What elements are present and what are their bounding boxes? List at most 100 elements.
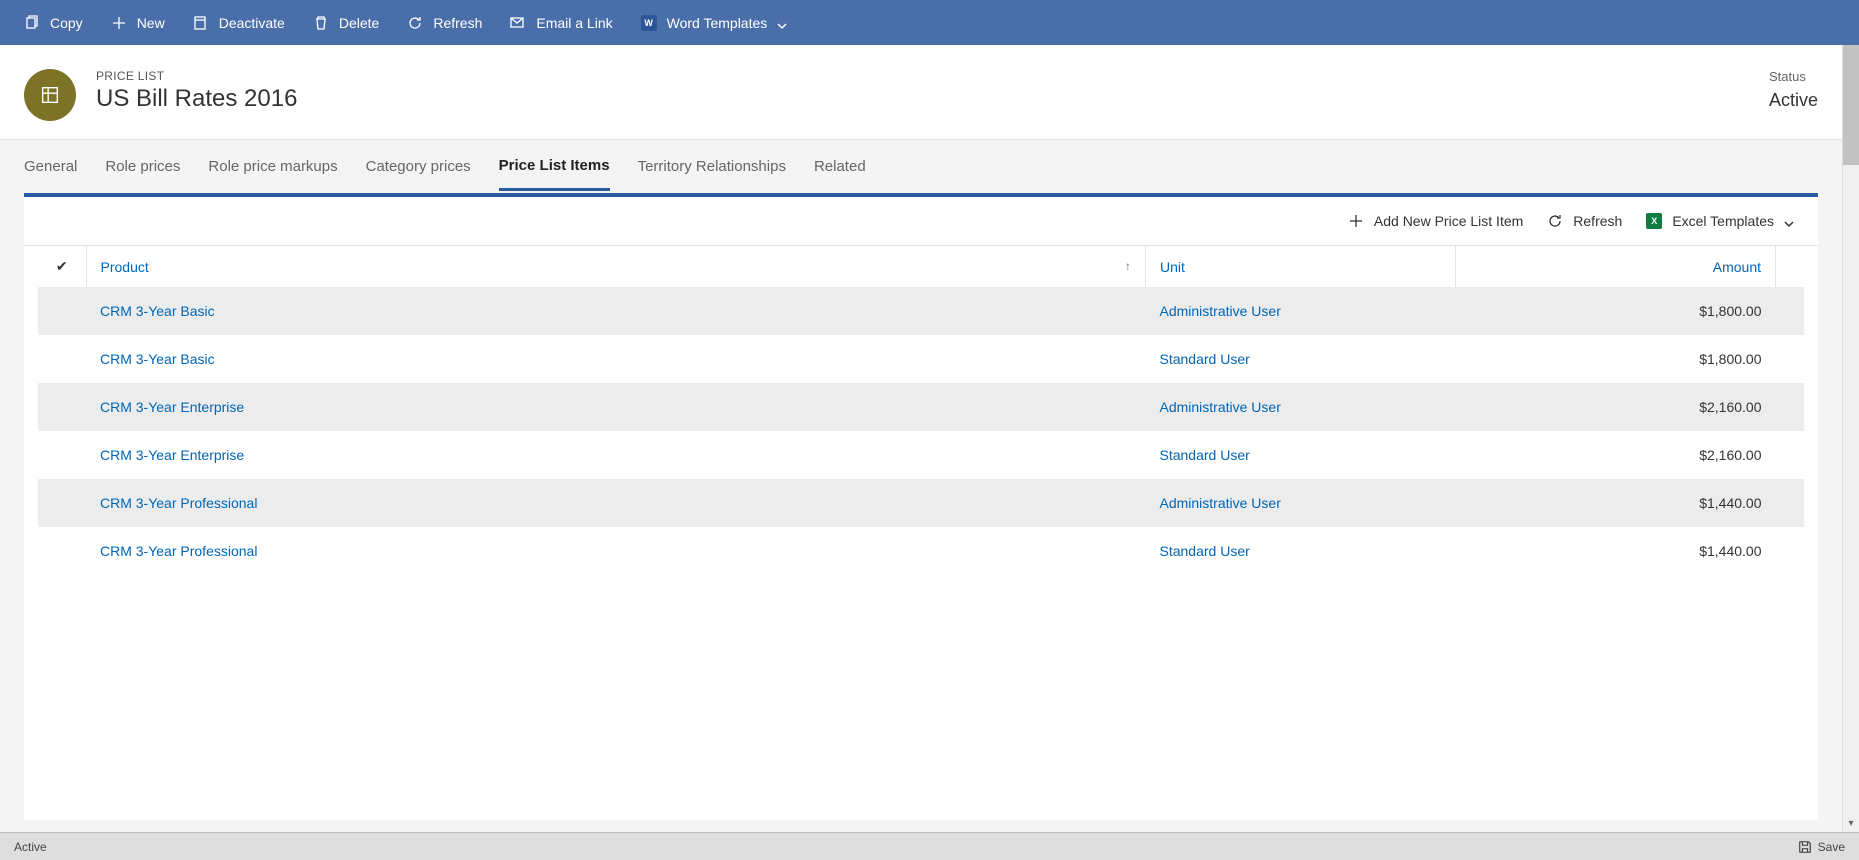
delete-button[interactable]: Delete (301, 9, 391, 37)
deactivate-button[interactable]: Deactivate (181, 9, 297, 37)
delete-label: Delete (339, 15, 379, 31)
entity-icon (24, 69, 76, 121)
email-icon (510, 15, 526, 31)
column-product-label: Product (101, 259, 149, 275)
column-unit[interactable]: Unit (1146, 246, 1456, 287)
cell-amount: $1,800.00 (1456, 287, 1776, 335)
cell-unit[interactable]: Administrative User (1146, 479, 1456, 527)
refresh-button[interactable]: Refresh (395, 9, 494, 37)
column-product[interactable]: Product ↑ (86, 246, 1146, 287)
row-selector[interactable] (38, 479, 86, 527)
tab-price-list-items[interactable]: Price List Items (499, 143, 610, 191)
cell-spacer (1776, 383, 1805, 431)
tab-territory-relationships[interactable]: Territory Relationships (638, 144, 786, 189)
row-selector[interactable] (38, 431, 86, 479)
email-link-button[interactable]: Email a Link (498, 9, 624, 37)
cell-spacer (1776, 479, 1805, 527)
cell-product[interactable]: CRM 3-Year Basic (86, 287, 1146, 335)
copy-button[interactable]: Copy (12, 9, 95, 37)
refresh-label: Refresh (433, 15, 482, 31)
tab-role-prices[interactable]: Role prices (105, 144, 180, 189)
select-all-column[interactable]: ✔ (38, 246, 86, 287)
add-new-price-list-item-button[interactable]: Add New Price List Item (1338, 207, 1533, 235)
column-amount-label: Amount (1713, 259, 1761, 275)
scrollbar-thumb[interactable] (1843, 45, 1859, 165)
refresh-icon (407, 15, 423, 31)
scroll-down-arrow-icon[interactable]: ▾ (1843, 815, 1859, 832)
word-templates-button[interactable]: W Word Templates (629, 9, 800, 37)
table-row[interactable]: CRM 3-Year BasicStandard User$1,800.00 (38, 335, 1804, 383)
tab-bar: General Role prices Role price markups C… (0, 139, 1842, 193)
cell-unit[interactable]: Standard User (1146, 527, 1456, 575)
chevron-down-icon (1784, 216, 1794, 226)
add-new-label: Add New Price List Item (1374, 213, 1523, 229)
save-icon (1798, 840, 1812, 854)
cell-product[interactable]: CRM 3-Year Basic (86, 335, 1146, 383)
copy-label: Copy (50, 15, 83, 31)
email-link-label: Email a Link (536, 15, 612, 31)
price-list-items-table: ✔ Product ↑ Unit Amount CRM 3-Year (38, 246, 1804, 575)
grid-command-bar: Add New Price List Item Refresh X Excel … (24, 197, 1818, 246)
status-value: Active (1769, 90, 1818, 111)
column-amount[interactable]: Amount (1456, 246, 1776, 287)
refresh-icon (1547, 213, 1563, 229)
deactivate-label: Deactivate (219, 15, 285, 31)
column-spacer (1776, 246, 1805, 287)
excel-icon: X (1646, 213, 1662, 229)
table-row[interactable]: CRM 3-Year ProfessionalAdministrative Us… (38, 479, 1804, 527)
footer-status: Active (14, 840, 47, 854)
row-selector[interactable] (38, 287, 86, 335)
grid-refresh-label: Refresh (1573, 213, 1622, 229)
plus-icon (111, 15, 127, 31)
row-selector[interactable] (38, 383, 86, 431)
cell-amount: $2,160.00 (1456, 383, 1776, 431)
command-bar: Copy New Deactivate Delete Refresh Email… (0, 0, 1859, 45)
new-label: New (137, 15, 165, 31)
cell-spacer (1776, 431, 1805, 479)
grid-area: Add New Price List Item Refresh X Excel … (0, 193, 1842, 832)
tab-related[interactable]: Related (814, 144, 866, 189)
tab-role-price-markups[interactable]: Role price markups (208, 144, 337, 189)
cell-unit[interactable]: Standard User (1146, 335, 1456, 383)
row-selector[interactable] (38, 527, 86, 575)
cell-amount: $1,440.00 (1456, 479, 1776, 527)
cell-amount: $1,800.00 (1456, 335, 1776, 383)
word-icon: W (641, 15, 657, 31)
cell-spacer (1776, 335, 1805, 383)
chevron-down-icon (777, 18, 787, 28)
excel-templates-label: Excel Templates (1672, 213, 1774, 229)
grid-refresh-button[interactable]: Refresh (1537, 207, 1632, 235)
tab-category-prices[interactable]: Category prices (366, 144, 471, 189)
table-row[interactable]: CRM 3-Year EnterpriseAdministrative User… (38, 383, 1804, 431)
trash-icon (313, 15, 329, 31)
page-title: US Bill Rates 2016 (96, 85, 297, 113)
word-templates-label: Word Templates (667, 15, 768, 31)
checkmark-icon: ✔ (56, 258, 68, 274)
save-button[interactable]: Save (1798, 840, 1845, 854)
plus-icon (1348, 213, 1364, 229)
status-bar: Active Save (0, 832, 1859, 860)
cell-product[interactable]: CRM 3-Year Enterprise (86, 383, 1146, 431)
sort-ascending-icon: ↑ (1125, 259, 1131, 273)
cell-unit[interactable]: Standard User (1146, 431, 1456, 479)
cell-product[interactable]: CRM 3-Year Professional (86, 479, 1146, 527)
cell-product[interactable]: CRM 3-Year Professional (86, 527, 1146, 575)
excel-templates-button[interactable]: X Excel Templates (1636, 207, 1804, 235)
table-row[interactable]: CRM 3-Year ProfessionalStandard User$1,4… (38, 527, 1804, 575)
cell-unit[interactable]: Administrative User (1146, 383, 1456, 431)
vertical-scrollbar[interactable]: ▾ (1842, 45, 1859, 832)
row-selector[interactable] (38, 335, 86, 383)
save-label: Save (1818, 840, 1845, 854)
copy-icon (24, 15, 40, 31)
entity-label: PRICE LIST (96, 69, 297, 83)
cell-unit[interactable]: Administrative User (1146, 287, 1456, 335)
table-row[interactable]: CRM 3-Year BasicAdministrative User$1,80… (38, 287, 1804, 335)
status-label: Status (1769, 69, 1818, 84)
new-button[interactable]: New (99, 9, 177, 37)
tab-general[interactable]: General (24, 144, 77, 189)
cell-spacer (1776, 527, 1805, 575)
column-unit-label: Unit (1160, 259, 1185, 275)
cell-spacer (1776, 287, 1805, 335)
cell-product[interactable]: CRM 3-Year Enterprise (86, 431, 1146, 479)
table-row[interactable]: CRM 3-Year EnterpriseStandard User$2,160… (38, 431, 1804, 479)
